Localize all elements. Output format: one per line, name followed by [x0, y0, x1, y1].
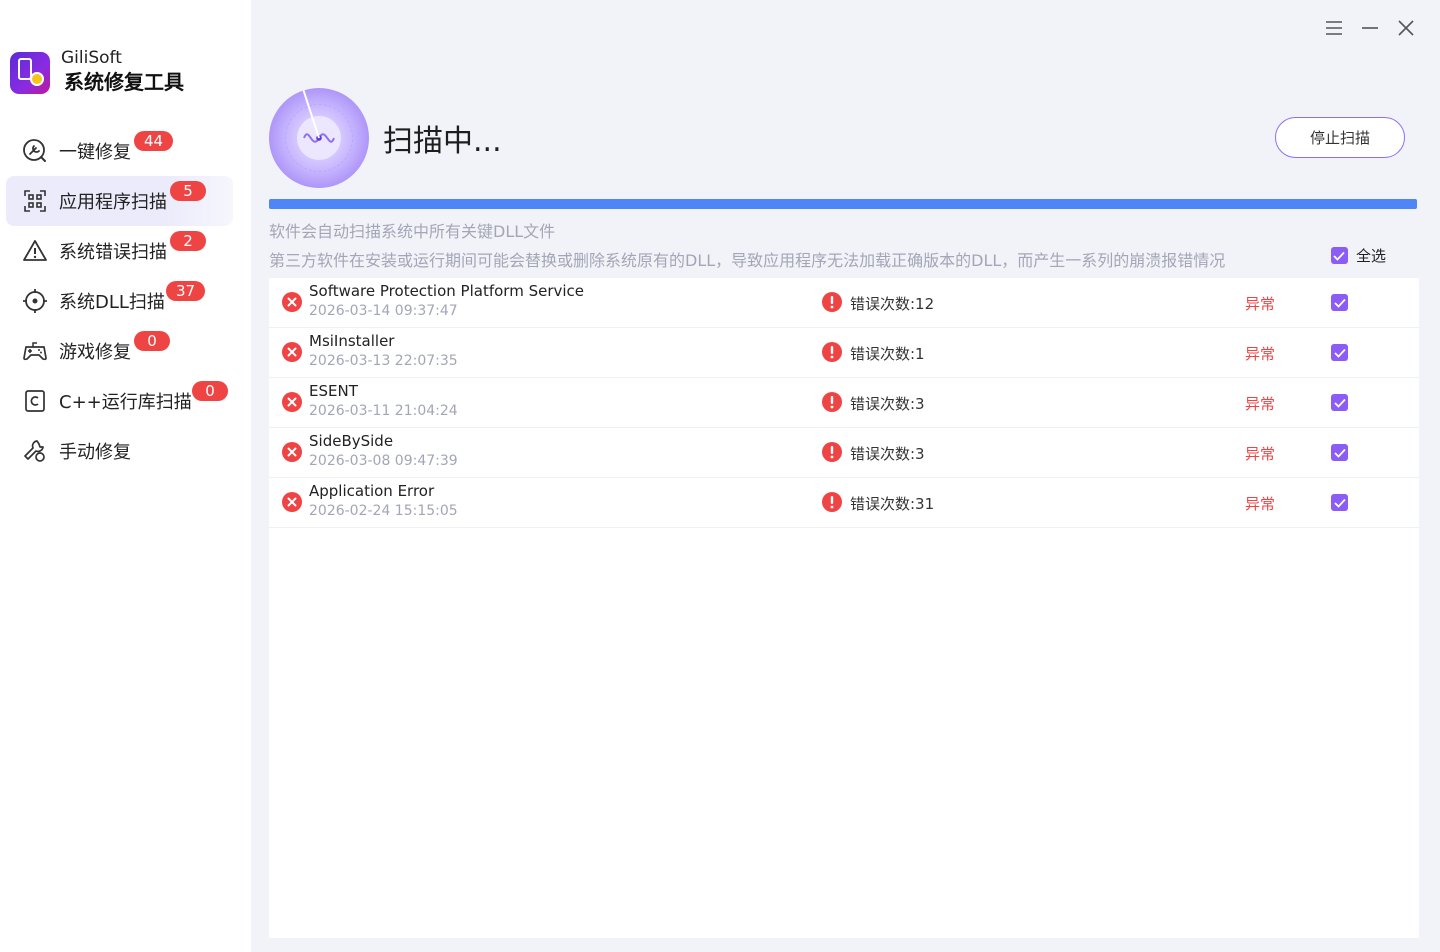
count-badge: 0	[192, 381, 228, 401]
error-circle-icon	[282, 392, 302, 416]
wrench-search-icon	[22, 138, 48, 164]
results-list: Software Protection Platform Service 202…	[269, 278, 1419, 938]
warning-icon	[22, 238, 48, 264]
error-count: 错误次数:3	[850, 395, 925, 413]
item-name: MsiInstaller	[309, 332, 395, 350]
radar-scan-icon	[269, 88, 369, 188]
exclamation-circle-icon	[822, 392, 842, 416]
sidebar-item-label: 手动修复	[59, 442, 131, 463]
error-count: 错误次数:1	[850, 345, 925, 363]
close-icon[interactable]	[1388, 16, 1424, 40]
error-circle-icon	[282, 442, 302, 466]
minimize-icon[interactable]	[1352, 16, 1388, 40]
error-count: 错误次数:31	[850, 495, 935, 513]
sidebar-item-cpp-runtime-scan[interactable]: C++运行库扫描 0	[0, 376, 251, 426]
brand-title: 系统修复工具	[64, 70, 184, 94]
row-checkbox[interactable]	[1331, 344, 1348, 361]
scan-icon	[22, 188, 48, 214]
scan-status-title: 扫描中...	[383, 124, 502, 159]
scan-progress-bar	[269, 199, 1417, 209]
menu-icon[interactable]	[1316, 16, 1352, 40]
sidebar: GiliSoft 系统修复工具 一键修复 44 应用程序扫描 5 系统错误扫描 …	[0, 0, 251, 952]
sidebar-item-label: 系统错误扫描	[59, 242, 167, 263]
row-checkbox[interactable]	[1331, 444, 1348, 461]
status-label: 异常	[1245, 345, 1276, 363]
sidebar-item-label: 系统DLL扫描	[59, 292, 165, 313]
status-label: 异常	[1245, 295, 1276, 313]
count-badge: 5	[170, 181, 206, 201]
error-circle-icon	[282, 492, 302, 516]
status-label: 异常	[1245, 395, 1276, 413]
sidebar-item-system-error-scan[interactable]: 系统错误扫描 2	[0, 226, 251, 276]
count-badge: 2	[170, 231, 206, 251]
sidebar-item-dll-scan[interactable]: 系统DLL扫描 37	[0, 276, 251, 326]
error-circle-icon	[282, 292, 302, 316]
window-controls	[1316, 16, 1424, 40]
scan-progress-fill	[269, 199, 1417, 209]
target-icon	[22, 288, 48, 314]
main-panel: 扫描中... 停止扫描 软件会自动扫描系统中所有关键DLL文件 第三方软件在安装…	[251, 0, 1440, 952]
checkbox-checked-icon	[1330, 247, 1348, 264]
item-timestamp: 2026-03-13 22:07:35	[309, 353, 458, 369]
sidebar-item-app-scan[interactable]: 应用程序扫描 5	[6, 176, 233, 226]
count-badge: 37	[166, 281, 206, 301]
list-item[interactable]: Software Protection Platform Service 202…	[269, 278, 1419, 328]
stop-scan-button[interactable]: 停止扫描	[1275, 117, 1405, 158]
sidebar-item-label: C++运行库扫描	[59, 392, 192, 413]
sidebar-item-label: 一键修复	[59, 142, 131, 163]
error-count: 错误次数:12	[850, 295, 935, 313]
row-checkbox[interactable]	[1331, 494, 1348, 511]
item-timestamp: 2026-03-14 09:37:47	[309, 303, 458, 319]
list-item[interactable]: MsiInstaller 2026-03-13 22:07:35 错误次数:1 …	[269, 328, 1419, 378]
status-label: 异常	[1245, 445, 1276, 463]
scan-header: 扫描中...	[269, 88, 502, 188]
cpp-icon	[22, 388, 48, 414]
row-checkbox[interactable]	[1331, 294, 1348, 311]
sidebar-item-label: 应用程序扫描	[59, 192, 167, 213]
status-label: 异常	[1245, 495, 1276, 513]
sidebar-item-manual-repair[interactable]: 手动修复	[0, 426, 251, 476]
sidebar-item-label: 游戏修复	[59, 342, 131, 363]
item-name: SideBySide	[309, 432, 394, 450]
error-count: 错误次数:3	[850, 445, 925, 463]
list-item[interactable]: SideBySide 2026-03-08 09:47:39 错误次数:3 异常	[269, 428, 1419, 478]
sidebar-item-game-repair[interactable]: 游戏修复 0	[0, 326, 251, 376]
item-name: ESENT	[309, 382, 358, 400]
exclamation-circle-icon	[822, 442, 842, 466]
item-timestamp: 2026-03-08 09:47:39	[309, 453, 458, 469]
row-checkbox[interactable]	[1331, 394, 1348, 411]
exclamation-circle-icon	[822, 342, 842, 366]
tools-icon	[22, 438, 48, 464]
sidebar-item-one-click-repair[interactable]: 一键修复 44	[0, 126, 251, 176]
brand-name: GiliSoft	[61, 48, 122, 68]
gamepad-icon	[22, 338, 48, 364]
count-badge: 44	[134, 131, 174, 151]
exclamation-circle-icon	[822, 492, 842, 516]
scan-description-1: 软件会自动扫描系统中所有关键DLL文件	[269, 222, 556, 241]
item-name: Application Error	[309, 482, 435, 500]
brand: GiliSoft 系统修复工具	[10, 48, 184, 96]
error-circle-icon	[282, 342, 302, 366]
scan-description-2: 第三方软件在安装或运行期间可能会替换或删除系统原有的DLL，导致应用程序无法加载…	[269, 251, 1226, 270]
app-logo	[10, 52, 50, 94]
item-name: Software Protection Platform Service	[309, 282, 585, 300]
select-all-label: 全选	[1355, 247, 1386, 265]
list-item[interactable]: ESENT 2026-03-11 21:04:24 错误次数:3 异常	[269, 378, 1419, 428]
exclamation-circle-icon	[822, 292, 842, 316]
count-badge: 0	[134, 331, 170, 351]
item-timestamp: 2026-03-11 21:04:24	[309, 403, 458, 419]
select-all-checkbox[interactable]: 全选	[1330, 245, 1386, 266]
sidebar-nav: 一键修复 44 应用程序扫描 5 系统错误扫描 2 系统DLL扫描 37 游戏修…	[0, 126, 251, 476]
list-item[interactable]: Application Error 2026-02-24 15:15:05 错误…	[269, 478, 1419, 528]
item-timestamp: 2026-02-24 15:15:05	[309, 503, 458, 519]
